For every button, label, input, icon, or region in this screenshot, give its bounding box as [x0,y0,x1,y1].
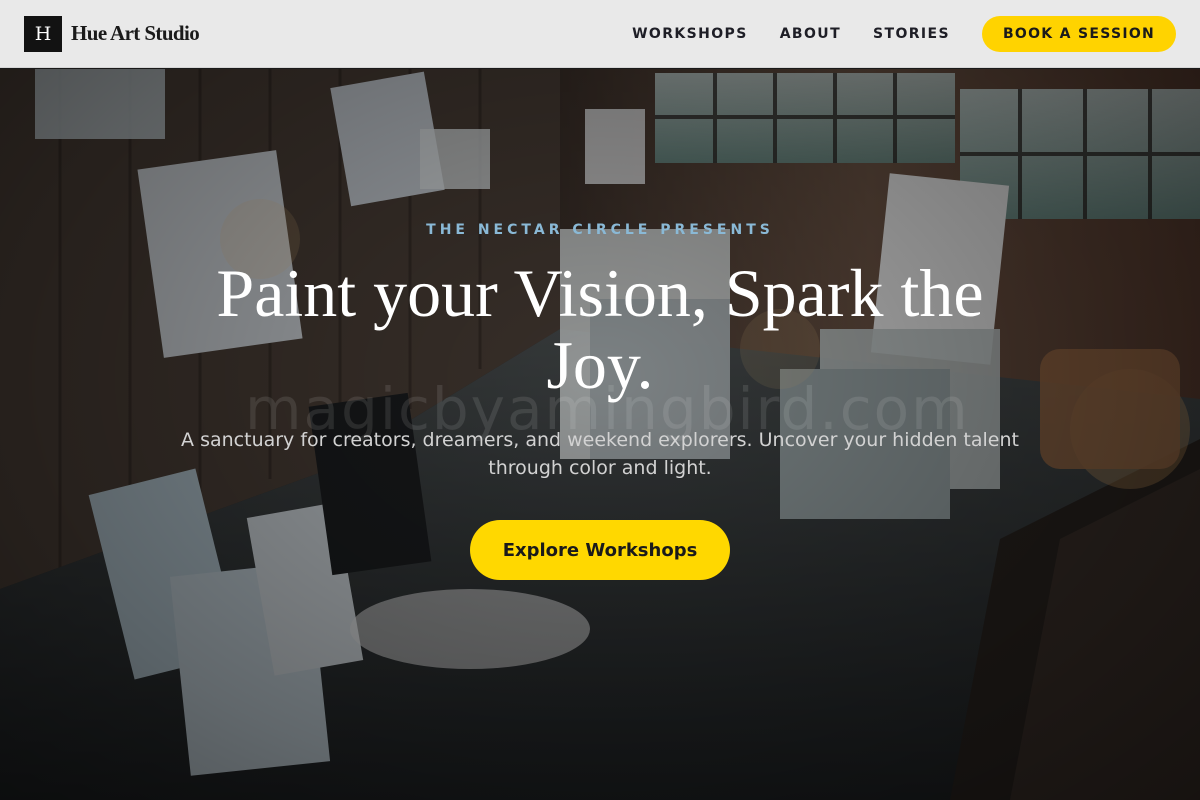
nav-link-stories[interactable]: STORIES [873,26,950,42]
hero-subtext: A sanctuary for creators, dreamers, and … [181,429,1019,479]
main-nav: WORKSHOPS ABOUT STORIES BOOK A SESSION [632,15,1176,52]
nav-link-workshops[interactable]: WORKSHOPS [632,26,748,42]
nav-link-about[interactable]: ABOUT [780,26,841,42]
hero-content: THE NECTAR CIRCLE PRESENTS Paint your Vi… [0,69,1200,800]
hero-eyebrow: THE NECTAR CIRCLE PRESENTS [426,222,774,238]
book-session-button[interactable]: BOOK A SESSION [982,15,1176,52]
brand-name: Hue Art Studio [71,21,200,45]
hero-headline: Paint your Vision, Spark the Joy. [216,255,984,403]
logo-mark-icon: H [24,15,62,52]
top-navbar: H Hue Art Studio WORKSHOPS ABOUT STORIES… [0,0,1200,68]
explore-workshops-button[interactable]: Explore Workshops [470,520,730,580]
brand-logo[interactable]: H Hue Art Studio [24,15,200,52]
